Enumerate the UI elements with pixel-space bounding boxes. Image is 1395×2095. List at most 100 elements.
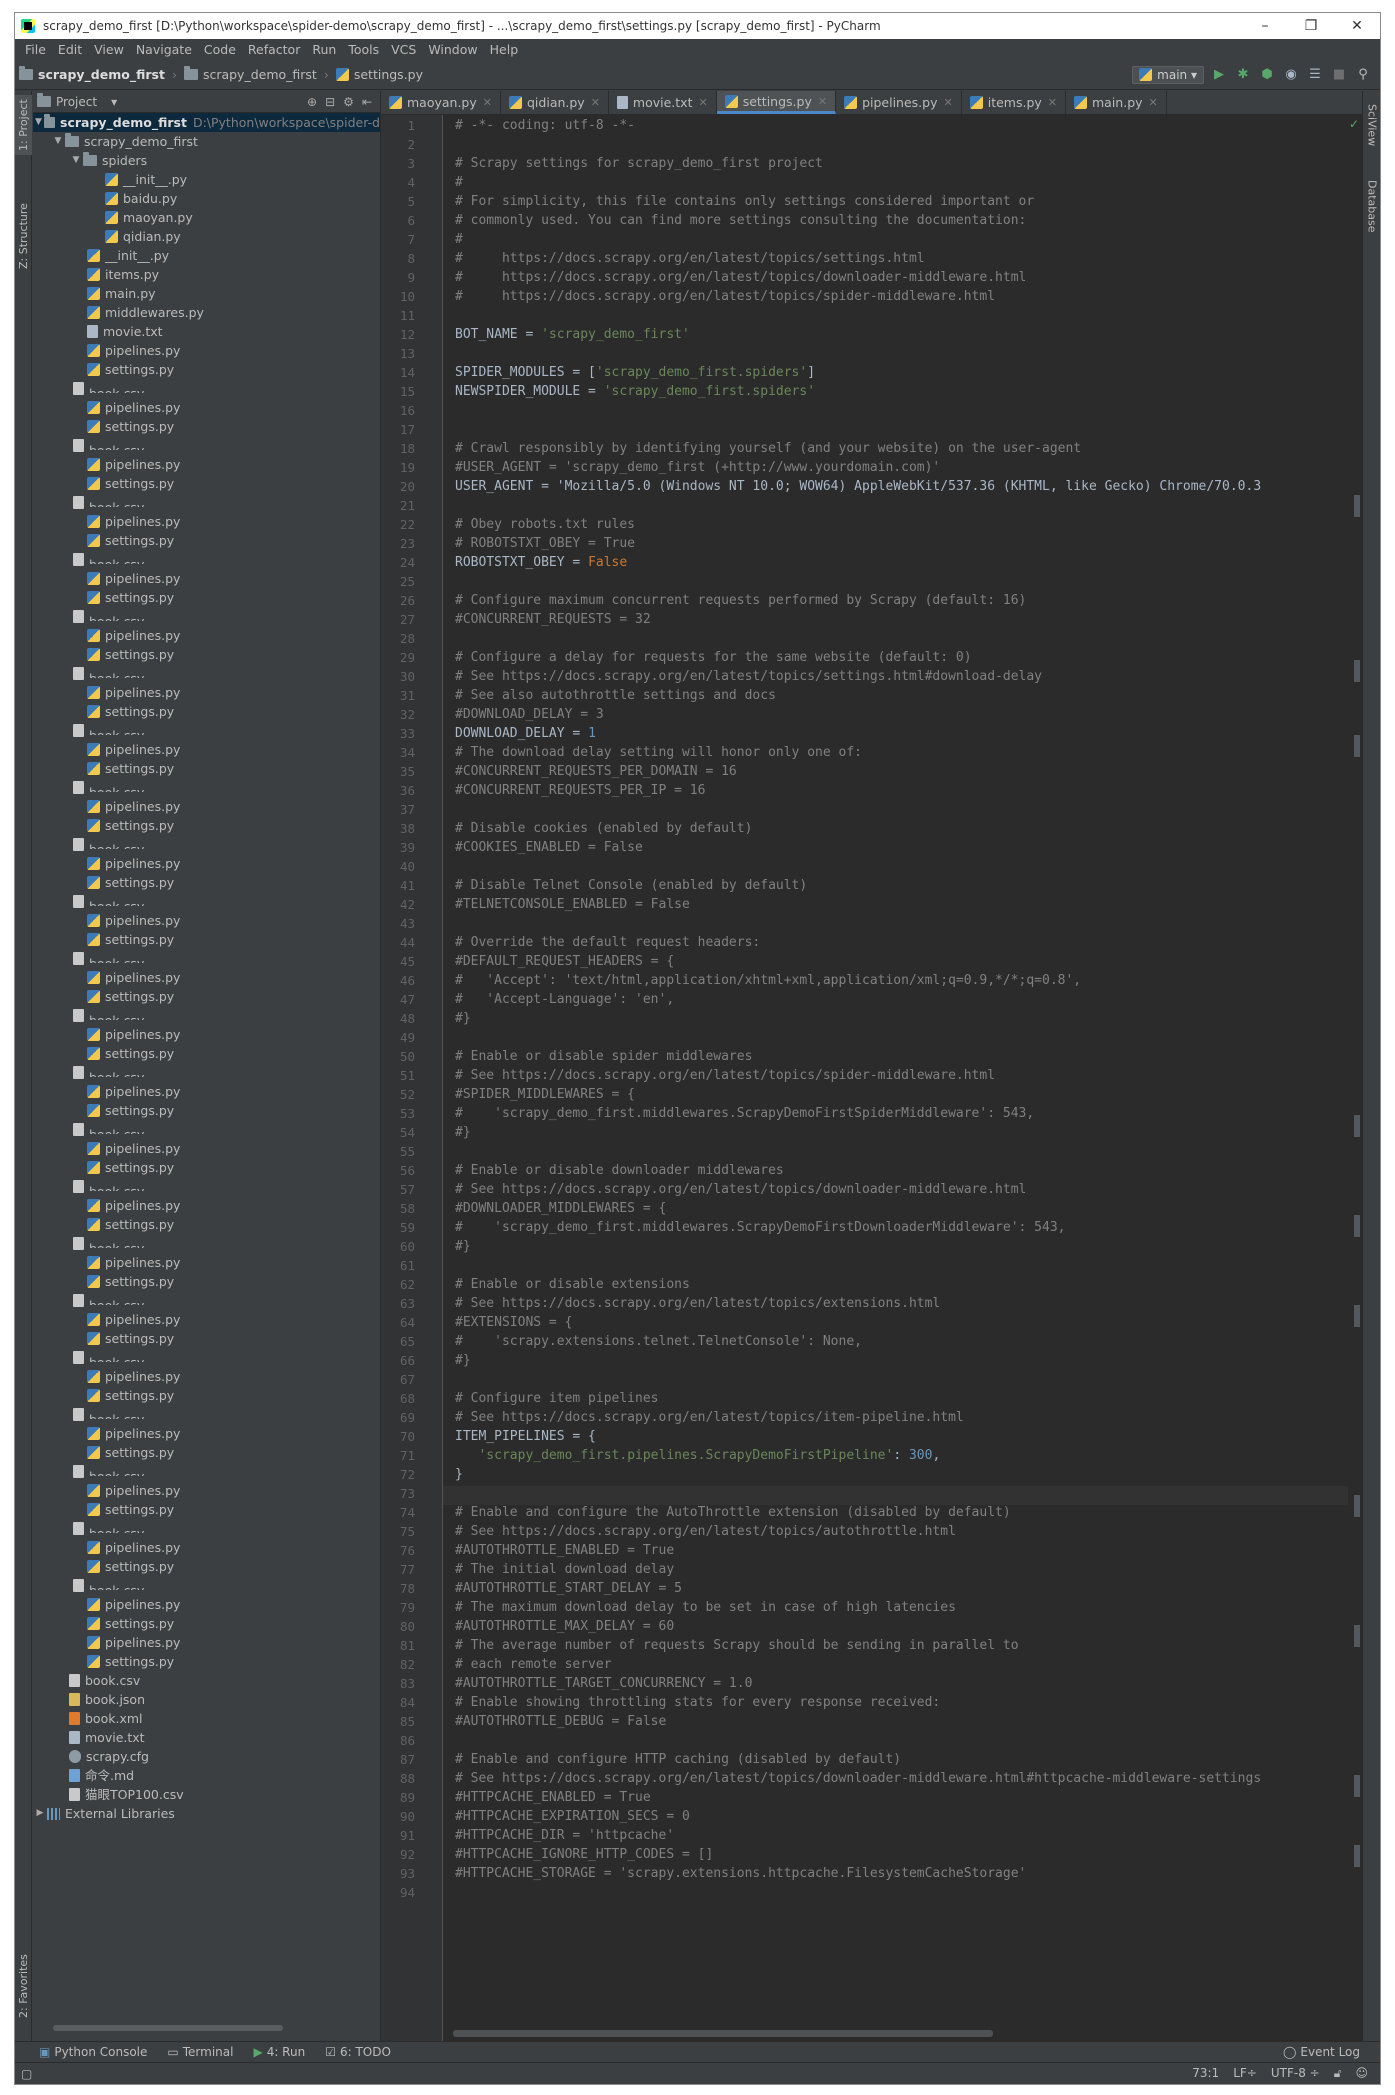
close-tab-icon[interactable]: ✕ — [818, 95, 827, 108]
tree-file[interactable]: __init__.py — [33, 246, 380, 265]
close-tab-icon[interactable]: ✕ — [1149, 96, 1158, 109]
run-icon[interactable]: ▶ — [1210, 66, 1228, 84]
tree-file[interactable]: settings.py — [33, 1044, 380, 1063]
menu-file[interactable]: File — [19, 42, 52, 57]
tree-file[interactable]: 命令.md — [33, 1766, 380, 1785]
tree-file[interactable]: book.csv — [33, 1519, 380, 1538]
tree-file[interactable]: settings.py — [33, 1158, 380, 1177]
scrollbar-marker[interactable] — [1354, 1215, 1360, 1237]
scrollbar-marker[interactable] — [1354, 660, 1360, 682]
minimize-button[interactable]: – — [1242, 13, 1288, 39]
close-tab-icon[interactable]: ✕ — [944, 96, 953, 109]
tree-file[interactable]: pipelines.py — [33, 1367, 380, 1386]
tree-file[interactable]: qidian.py — [33, 227, 380, 246]
tree-file[interactable]: book.csv — [33, 436, 380, 455]
run-configuration-selector[interactable]: main ▾ — [1132, 65, 1204, 84]
menu-window[interactable]: Window — [422, 42, 483, 57]
close-tab-icon[interactable]: ✕ — [698, 96, 707, 109]
tree-file[interactable]: settings.py — [33, 1101, 380, 1120]
menu-view[interactable]: View — [88, 42, 130, 57]
tree-file[interactable]: settings.py — [33, 987, 380, 1006]
scrollbar-thumb[interactable] — [453, 2030, 993, 2037]
menu-help[interactable]: Help — [484, 42, 525, 57]
scrollbar-marker[interactable] — [1354, 1775, 1360, 1797]
tool-python-console[interactable]: ▣ Python Console — [39, 2045, 147, 2059]
menu-edit[interactable]: Edit — [52, 42, 88, 57]
tree-file[interactable]: pipelines.py — [33, 341, 380, 360]
tree-root[interactable]: ▼ scrapy_demo_first D:\Python\workspace\sp… — [33, 113, 380, 132]
scrollbar-marker[interactable] — [1354, 1115, 1360, 1137]
tree-file[interactable]: settings.py — [33, 1329, 380, 1348]
inspection-ok-icon[interactable]: ✓ — [1349, 117, 1359, 131]
gear-icon[interactable]: ⚙ — [343, 95, 354, 109]
tree-file[interactable]: settings.py — [33, 759, 380, 778]
tool-todo[interactable]: ☑ 6: TODO — [325, 2045, 391, 2059]
expand-arrow-icon[interactable]: ▼ — [33, 113, 44, 132]
tree-file[interactable]: scrapy.cfg — [33, 1747, 380, 1766]
tree-file[interactable]: pipelines.py — [33, 683, 380, 702]
tree-file[interactable]: book.csv — [33, 892, 380, 911]
tree-file[interactable]: pipelines.py — [33, 569, 380, 588]
project-horizontal-scrollbar[interactable] — [33, 2017, 380, 2041]
breadcrumb-folder[interactable]: scrapy_demo_first — [180, 66, 321, 82]
editor-tab[interactable]: movie.txt ✕ — [609, 91, 717, 114]
tree-file[interactable]: book.xml — [33, 1709, 380, 1728]
tree-file[interactable]: book.csv — [33, 1006, 380, 1025]
code-area[interactable]: # -*- coding: utf-8 -*- # Scrapy settings… — [443, 115, 1348, 2041]
tree-file[interactable]: pipelines.py — [33, 1139, 380, 1158]
tool-terminal[interactable]: ▭ Terminal — [167, 2045, 233, 2059]
expand-arrow-icon[interactable]: ▶ — [33, 1804, 47, 1823]
event-log-button[interactable]: ◯ Event Log — [1283, 2045, 1360, 2059]
tool-tab-project[interactable]: 1: Project — [15, 95, 32, 155]
editor-tab[interactable]: maoyan.py ✕ — [381, 91, 501, 114]
scrollbar-thumb[interactable] — [53, 2025, 283, 2031]
coverage-icon[interactable]: ⬢ — [1258, 66, 1276, 84]
breadcrumb-file[interactable]: settings.py — [332, 67, 427, 82]
tree-file[interactable]: pipelines.py — [33, 512, 380, 531]
tree-file[interactable]: middlewares.py — [33, 303, 380, 322]
tree-file[interactable]: settings.py — [33, 1500, 380, 1519]
tree-file[interactable]: settings.py — [33, 702, 380, 721]
tool-tab-database[interactable]: Database — [1363, 171, 1380, 241]
tree-file[interactable]: settings.py — [33, 1652, 380, 1671]
tree-file[interactable]: book.csv — [33, 607, 380, 626]
editor-tab[interactable]: main.py ✕ — [1066, 91, 1167, 114]
tool-tab-sciview[interactable]: SciView — [1363, 95, 1380, 155]
tree-file[interactable]: book.csv — [33, 1177, 380, 1196]
tree-file[interactable]: book.csv — [33, 493, 380, 512]
tree-file[interactable]: settings.py — [33, 1215, 380, 1234]
toggle-tool-windows-icon[interactable]: ▢ — [21, 2067, 32, 2081]
tree-file[interactable]: main.py — [33, 284, 380, 303]
search-icon[interactable]: ⚲ — [1354, 66, 1372, 84]
tree-file[interactable]: items.py — [33, 265, 380, 284]
maximize-button[interactable]: ❐ — [1288, 13, 1334, 39]
tree-file[interactable]: book.csv — [33, 1348, 380, 1367]
stop-icon[interactable]: ■ — [1330, 66, 1348, 84]
tree-file[interactable]: pipelines.py — [33, 1253, 380, 1272]
project-view-selector[interactable]: Project — [56, 95, 97, 109]
scrollbar-marker[interactable] — [1354, 735, 1360, 757]
tree-file[interactable]: pipelines.py — [33, 1424, 380, 1443]
tree-file[interactable]: book.csv — [33, 949, 380, 968]
tree-file[interactable]: pipelines.py — [33, 1538, 380, 1557]
breadcrumb-project[interactable]: scrapy_demo_first — [15, 66, 169, 82]
tree-file[interactable]: settings.py — [33, 1443, 380, 1462]
tree-file[interactable]: pipelines.py — [33, 1595, 380, 1614]
scrollbar-marker[interactable] — [1354, 1495, 1360, 1517]
tree-file[interactable]: settings.py — [33, 531, 380, 550]
scrollbar-marker[interactable] — [1354, 495, 1360, 517]
profile-icon[interactable]: ◉ — [1282, 66, 1300, 84]
tree-spiders-folder[interactable]: ▼ spiders — [33, 151, 380, 170]
tree-file[interactable]: baidu.py — [33, 189, 380, 208]
tool-run[interactable]: ▶ 4: Run — [253, 2045, 305, 2059]
tree-file[interactable]: book.csv — [33, 778, 380, 797]
tree-file[interactable]: book.json — [33, 1690, 380, 1709]
scrollbar-marker[interactable] — [1354, 1625, 1360, 1647]
menu-tools[interactable]: Tools — [342, 42, 385, 57]
tree-file[interactable]: book.csv — [33, 664, 380, 683]
locate-icon[interactable]: ⊕ — [307, 95, 317, 109]
tree-file[interactable]: settings.py — [33, 930, 380, 949]
tree-file[interactable]: settings.py — [33, 1557, 380, 1576]
scrollbar-marker[interactable] — [1354, 1305, 1360, 1327]
scrollbar-marker[interactable] — [1354, 1845, 1360, 1867]
